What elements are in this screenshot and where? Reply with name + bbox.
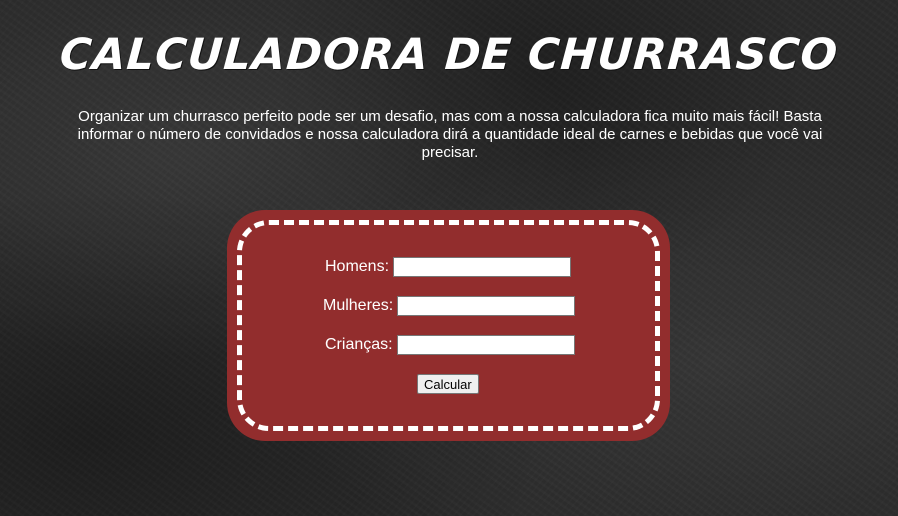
criancas-row: Crianças:	[325, 335, 575, 355]
mulheres-label: Mulheres:	[323, 297, 394, 314]
intro-text: Organizar um churrasco perfeito pode ser…	[77, 108, 823, 161]
criancas-label: Crianças:	[325, 336, 393, 353]
homens-row: Homens:	[325, 257, 572, 277]
homens-input[interactable]	[393, 257, 572, 277]
criancas-input[interactable]	[396, 335, 575, 355]
calculator-card: Homens: Mulheres: Crianças: Calcular	[227, 210, 670, 441]
mulheres-row: Mulheres:	[323, 296, 576, 316]
homens-label: Homens:	[325, 258, 390, 275]
page-title: CALCULADORA DE CHURRASCO	[58, 30, 840, 80]
calcular-button[interactable]: Calcular	[417, 374, 479, 394]
mulheres-input[interactable]	[397, 296, 576, 316]
dashed-border	[237, 220, 660, 431]
